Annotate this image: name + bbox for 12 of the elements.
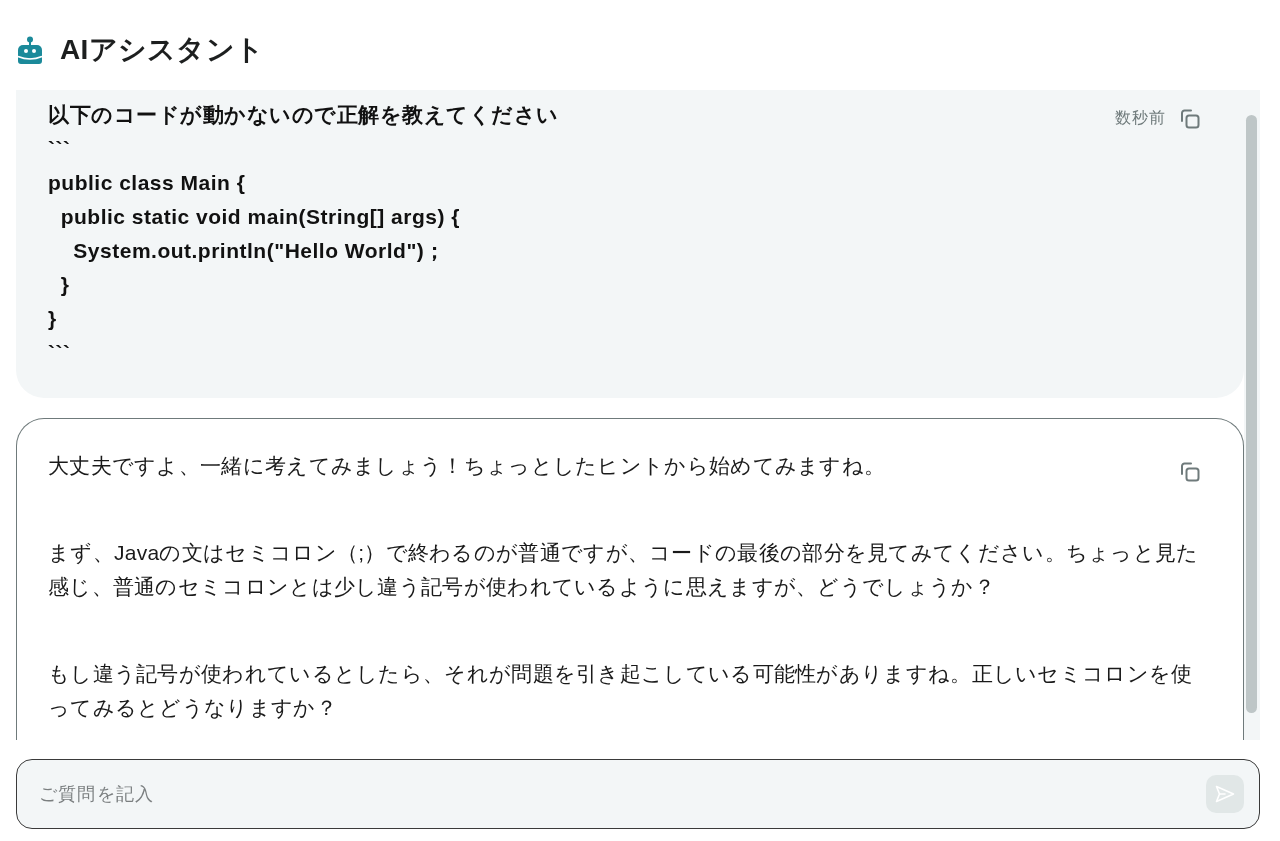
scrollbar-thumb[interactable] — [1246, 115, 1257, 713]
message-paragraph: まず、Javaの文はセミコロン（;）で終わるのが普通ですが、コードの最後の部分を見てみてください。ちょっと見た感じ、普通のセミコロンとは少し違う記号が使われているように思えますが、どうでしょうか？ — [48, 540, 1200, 600]
timestamp: 数秒前 — [1115, 108, 1166, 128]
message-paragraph: もし違う記号が使われているとしたら、それが問題を引き起こしている可能性がありますね。正しいセミコロンを使ってみるとどうなりますか？ — [48, 661, 1194, 721]
app-title: AIアシスタント — [60, 33, 265, 67]
copy-icon[interactable] — [1180, 108, 1200, 129]
message-paragraph: 大丈夫ですよ、一緒に考えてみましょう！ちょっとしたヒントから始めてみますね。 — [48, 453, 887, 479]
user-message-text: 以下のコードが動かないので正解を教えてください ``` public class Main { public static void main(String[] args) { System.out.println("Hello World")； } } ``` — [48, 102, 560, 366]
copy-icon[interactable] — [1180, 462, 1200, 482]
send-icon — [1215, 785, 1235, 803]
question-input[interactable]: ご質問を記入 — [16, 759, 1260, 829]
robot-icon — [17, 36, 43, 64]
